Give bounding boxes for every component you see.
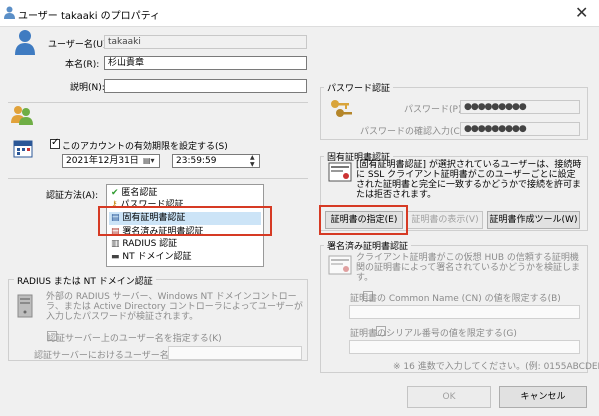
ok-button[interactable]: OK bbox=[407, 386, 491, 408]
close-icon[interactable]: ✕ bbox=[575, 3, 588, 22]
server-tower-icon bbox=[17, 294, 33, 321]
cert-tool-button[interactable]: 証明書作成ツール(W) bbox=[487, 211, 580, 229]
password-confirm-label: パスワードの確認入力(C): bbox=[360, 127, 467, 137]
highlight-box bbox=[98, 206, 272, 236]
server-icon: ▥ bbox=[111, 239, 120, 249]
calendar-icon bbox=[13, 138, 33, 161]
username-field: takaaki bbox=[104, 35, 307, 49]
auth-item-label: 匿名認証 bbox=[121, 188, 158, 198]
expiry-checkbox[interactable] bbox=[50, 137, 60, 149]
realname-input[interactable]: 杉山貴章 bbox=[104, 56, 307, 70]
server-username-label: 認証サーバーにおけるユーザー名(T): bbox=[34, 351, 185, 361]
password-group-title: パスワード認証 bbox=[324, 81, 394, 94]
username-label: ユーザー名(U): bbox=[48, 40, 110, 50]
window-title: ユーザー takaaki のプロパティ bbox=[18, 11, 161, 22]
cancel-button[interactable]: キャンセル bbox=[499, 386, 587, 408]
radius-description: 外部の RADIUS サーバー、Windows NT ドメインコントローラ、また… bbox=[46, 292, 303, 322]
expiry-checkbox-label: このアカウントの有効期限を設定する(S) bbox=[62, 142, 228, 152]
server-username-input[interactable] bbox=[168, 346, 302, 360]
divider bbox=[8, 102, 308, 103]
description-label: 説明(N): bbox=[70, 83, 105, 93]
user-avatar-icon bbox=[14, 29, 36, 58]
view-cert-button[interactable]: 証明書の表示(V) bbox=[407, 211, 483, 229]
radius-group-title: RADIUS または NT ドメイン認証 bbox=[14, 274, 156, 287]
auth-item-label: NT ドメイン認証 bbox=[122, 252, 192, 262]
auth-item-nt-domain[interactable]: ▬ NT ドメイン認証 bbox=[109, 251, 261, 264]
expiry-date-value: 2021年12月31日 bbox=[66, 156, 139, 166]
password-confirm-input[interactable]: ●●●●●●●●● bbox=[460, 122, 580, 136]
check-green-icon: ✔ bbox=[111, 188, 119, 198]
domain-icon: ▬ bbox=[111, 252, 120, 262]
expiry-time-field[interactable]: 23:59:59 bbox=[172, 154, 260, 168]
realname-label: 本名(R): bbox=[65, 60, 100, 70]
serial-hint: ※ 16 進数で入力してください。(例: 0155ABCDEF) bbox=[393, 362, 599, 372]
cn-checkbox-label: 証明書の Common Name (CN) の値を限定する(B) bbox=[350, 294, 561, 304]
auth-method-label: 認証方法(A): bbox=[46, 191, 99, 201]
cn-input[interactable] bbox=[349, 305, 580, 319]
auth-item-label: RADIUS 認証 bbox=[122, 239, 178, 249]
auth-item-radius[interactable]: ▥ RADIUS 認証 bbox=[109, 238, 261, 251]
group-icon bbox=[10, 105, 34, 128]
signed-cert-group-title: 署名済み証明書認証 bbox=[324, 239, 412, 252]
server-username-checkbox-label: 認証サーバー上のユーザー名を指定する(K) bbox=[47, 334, 222, 344]
divider bbox=[8, 178, 308, 179]
keys-icon bbox=[328, 96, 354, 125]
time-spinner-icon[interactable]: ▲ ▼ bbox=[250, 154, 255, 168]
title-bar: ユーザー takaaki のプロパティ ✕ bbox=[0, 0, 599, 26]
expiry-time-value: 23:59:59 bbox=[176, 156, 217, 166]
signed-cert-description: クライアント証明書がこの仮想 HUB の信頼する証明機関の証明書によって署名され… bbox=[356, 253, 581, 283]
password-input[interactable]: ●●●●●●●●● bbox=[460, 100, 580, 114]
cert-description: [固有証明書認証] が選択されているユーザーは、接続時に SSL クライアント証… bbox=[356, 160, 582, 200]
certificate-icon bbox=[328, 162, 352, 185]
calendar-dropdown-icon[interactable]: ▤▾ bbox=[143, 156, 155, 165]
serial-input[interactable] bbox=[349, 340, 580, 354]
highlight-box bbox=[319, 205, 408, 235]
password-label: パスワード(P): bbox=[404, 105, 465, 115]
serial-checkbox-label: 証明書のシリアル番号の値を限定する(G) bbox=[350, 329, 517, 339]
description-input[interactable] bbox=[104, 79, 307, 93]
signed-certificate-icon bbox=[328, 255, 352, 278]
user-icon bbox=[4, 6, 15, 22]
